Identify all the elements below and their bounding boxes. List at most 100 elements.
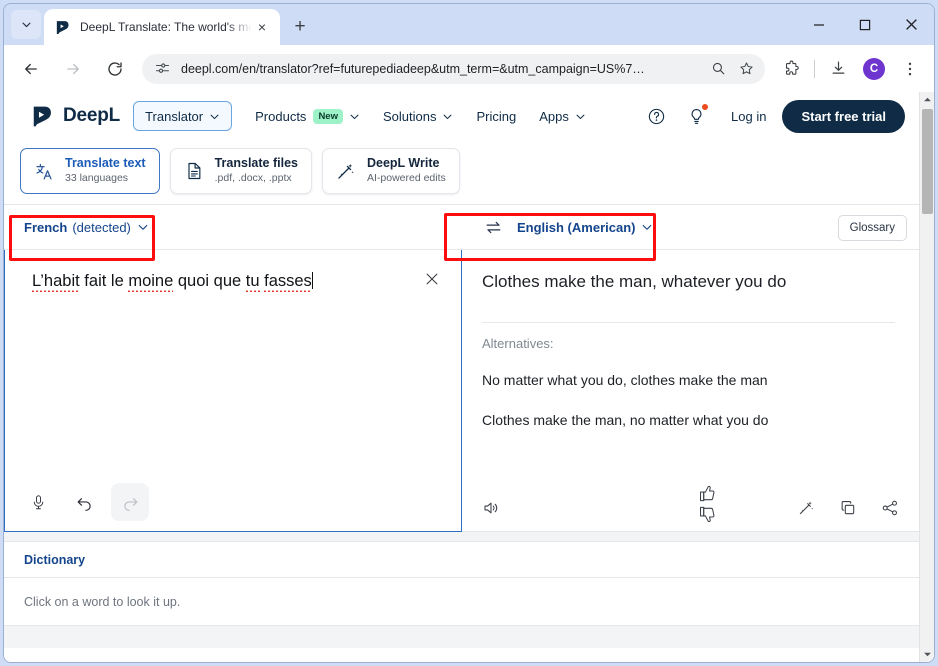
magic-wand-icon [334, 159, 358, 183]
speaker-icon [482, 499, 500, 517]
browser-menu-button[interactable] [895, 54, 925, 84]
target-text-panel[interactable]: Clothes make the man, whatever you do Al… [462, 250, 921, 532]
nav-label: Products [255, 108, 307, 124]
target-language-selector[interactable]: English (American) [517, 220, 653, 235]
help-button[interactable] [643, 103, 669, 129]
forward-arrow-icon [67, 63, 79, 74]
site-settings-button[interactable] [152, 59, 172, 79]
whats-new-button[interactable] [683, 103, 709, 129]
target-language-label: English (American) [517, 219, 636, 235]
translate-icon [32, 159, 56, 183]
divider [482, 322, 895, 323]
tab-close-button[interactable]: × [252, 17, 272, 37]
mode-translate-text[interactable]: Translate text 33 languages [20, 148, 160, 194]
close-icon [905, 19, 917, 30]
start-free-trial-button[interactable]: Start free trial [782, 99, 905, 133]
search-minus-icon [712, 62, 724, 75]
scrollbar-thumb[interactable] [922, 109, 933, 214]
back-arrow-icon [25, 63, 37, 74]
mode-subtitle: AI-powered edits [366, 172, 446, 185]
thumbs-up-button[interactable] [698, 484, 717, 503]
mode-text: DeepL Write AI-powered edits [367, 156, 446, 186]
translator-panels: L’habit fait le moine quoi que tu fasses [4, 250, 921, 532]
screenshot-root: DeepL Translate: The world's mo × + deep… [0, 0, 938, 666]
glossary-button[interactable]: Glossary [837, 215, 907, 241]
close-window-button[interactable] [888, 4, 934, 45]
toolbar-separator [814, 59, 815, 78]
new-tab-button[interactable]: + [287, 14, 313, 40]
source-word: fait le [79, 272, 129, 290]
swap-languages-button[interactable] [482, 216, 504, 238]
listen-button[interactable] [482, 499, 500, 517]
deepl-logo[interactable]: DeepL [30, 104, 120, 129]
reload-button[interactable] [99, 53, 131, 85]
login-link[interactable]: Log in [731, 109, 766, 124]
chevron-down-icon [209, 111, 220, 122]
redo-button[interactable] [111, 483, 149, 521]
chevron-down-icon [21, 22, 31, 28]
downloads-button[interactable] [823, 54, 853, 84]
source-word: moine [128, 272, 174, 292]
bookmark-button[interactable] [733, 56, 759, 82]
mode-deepl-write[interactable]: DeepL Write AI-powered edits [321, 148, 460, 194]
chevron-down-icon [137, 221, 149, 233]
address-bar[interactable]: deepl.com/en/translator?ref=futurepediad… [142, 53, 765, 84]
notification-dot [702, 104, 709, 110]
site-nav: DeepL Translator Products New Solutions [4, 92, 921, 140]
mode-translate-files[interactable]: Translate files .pdf, .docx, .pptx [169, 148, 312, 194]
nav-right-group: Log in Start free trial [629, 99, 905, 133]
deepl-logo-icon [33, 106, 51, 126]
profile-button[interactable]: C [859, 54, 889, 84]
nav-item-pricing[interactable]: Pricing [476, 109, 516, 124]
maximize-button[interactable] [842, 4, 888, 45]
extensions-button[interactable] [776, 54, 806, 84]
clear-source-button[interactable] [421, 268, 443, 290]
zoom-out-button[interactable] [705, 56, 731, 82]
nav-label: Pricing [476, 108, 517, 124]
browser-window: DeepL Translate: The world's mo × + deep… [3, 3, 935, 663]
dictionary-title: Dictionary [4, 541, 921, 578]
microphone-button[interactable] [19, 483, 57, 521]
thumbs-down-button[interactable] [698, 505, 717, 524]
nav-item-products[interactable]: Products New [255, 108, 360, 124]
alternative-item[interactable]: No matter what you do, clothes make the … [482, 372, 768, 388]
badge-new: New [313, 108, 343, 124]
tab-title: DeepL Translate: The world's mo [80, 20, 252, 34]
source-language-label: French [24, 219, 68, 235]
copy-button[interactable] [839, 499, 857, 517]
alternative-item[interactable]: Clothes make the man, no matter what you… [482, 412, 768, 428]
target-toolbar [797, 499, 899, 517]
minimize-button[interactable] [796, 4, 842, 45]
product-switcher-translator[interactable]: Translator [133, 101, 233, 131]
magic-wand-icon [799, 501, 814, 515]
source-text-panel[interactable]: L’habit fait le moine quoi que tu fasses [4, 250, 462, 532]
source-word: L’habit [32, 272, 80, 292]
alternatives-label: Alternatives: [482, 336, 554, 351]
nav-item-apps[interactable]: Apps [539, 109, 586, 124]
share-button[interactable] [881, 499, 899, 517]
tab-search-button[interactable] [11, 10, 41, 39]
nav-item-solutions[interactable]: Solutions [383, 109, 453, 124]
mode-text: Translate files .pdf, .docx, .pptx [215, 156, 298, 186]
tab-strip: DeepL Translate: The world's mo × + [4, 4, 934, 45]
mode-title: Translate files [214, 155, 298, 170]
deepl-favicon [56, 20, 69, 34]
translation-text: Clothes make the man, whatever you do [482, 272, 787, 291]
back-button[interactable] [15, 53, 47, 85]
undo-button[interactable] [65, 483, 103, 521]
browser-tab[interactable]: DeepL Translate: The world's mo × [44, 9, 280, 45]
scroll-down-button[interactable] [920, 647, 934, 662]
puzzle-icon [785, 60, 799, 75]
source-language-selector[interactable]: French (detected) [24, 220, 149, 235]
share-icon [882, 500, 897, 516]
chevron-down-icon [349, 111, 360, 122]
forward-button[interactable] [57, 53, 89, 85]
improve-with-write-button[interactable] [797, 499, 815, 517]
language-bar: French (detected) English (American) Glo… [4, 204, 921, 250]
product-switcher-label: Translator [145, 108, 204, 124]
scroll-up-button[interactable] [920, 92, 934, 107]
thumbs-down-icon [700, 506, 715, 523]
page-scrollbar[interactable] [919, 92, 934, 662]
source-text[interactable]: L’habit fait le moine quoi que tu fasses [32, 270, 409, 294]
window-controls [796, 4, 934, 45]
